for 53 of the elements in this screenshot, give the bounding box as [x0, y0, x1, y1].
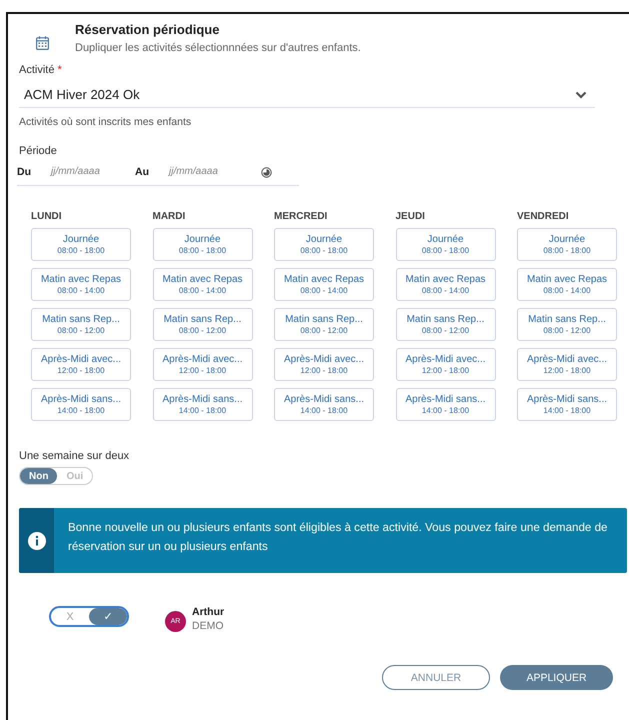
- slot-button[interactable]: Matin sans Rep... 08:00 - 12:00: [152, 308, 252, 341]
- slot-button[interactable]: Après-Midi avec... 12:00 - 18:00: [31, 348, 131, 381]
- calendar-icon: [36, 36, 49, 50]
- field-label: Période: [19, 145, 58, 157]
- slot-button[interactable]: Matin avec Repas 08:00 - 14:00: [396, 268, 496, 301]
- slot-button[interactable]: Journée 08:00 - 18:00: [31, 228, 131, 261]
- clock-icon[interactable]: [261, 166, 272, 178]
- banner-text: Bonne nouvelle un ou plusieurs enfants sont éligibles à cette activité. Vous pouvez faire une demande de réservation sur un ou plusieurs enfants: [67, 520, 608, 555]
- chevron-down-icon[interactable]: [575, 90, 587, 98]
- child-surname: DEMO: [192, 620, 224, 632]
- cancel-button[interactable]: ANNULER: [382, 665, 490, 690]
- field-hint: Activités où sont inscrits mes enfants: [19, 116, 192, 128]
- dialog-title: Réservation périodique: [75, 22, 220, 37]
- apply-button[interactable]: APPLIQUER: [500, 665, 613, 690]
- dialog-subtitle: Dupliquer les activités sélectionnnées sur d'autres enfants.: [75, 42, 361, 54]
- slot-button[interactable]: Matin sans Rep... 08:00 - 12:00: [274, 308, 374, 341]
- day-heading: MERCREDI: [274, 211, 328, 222]
- slot-button[interactable]: Après-Midi sans... 14:00 - 18:00: [517, 388, 617, 421]
- slot-button[interactable]: Journée 08:00 - 18:00: [274, 228, 374, 261]
- info-icon: [28, 532, 46, 550]
- required-mark: *: [58, 64, 62, 76]
- slot-button[interactable]: Matin sans Rep... 08:00 - 12:00: [517, 308, 617, 341]
- field-label: Activité: [19, 64, 56, 76]
- day-heading: LUNDI: [31, 211, 63, 222]
- slot-button[interactable]: Matin avec Repas 08:00 - 14:00: [517, 268, 617, 301]
- date-field[interactable]: jj/mm/aaaa: [49, 163, 131, 181]
- child-name: Arthur: [192, 606, 224, 618]
- day-heading: VENDREDI: [517, 211, 570, 222]
- slot-button[interactable]: Journée 08:00 - 18:00: [396, 228, 496, 261]
- slot-button[interactable]: Matin avec Repas 08:00 - 14:00: [274, 268, 374, 301]
- activity-select[interactable]: ACM Hiver 2024 Ok: [19, 80, 595, 108]
- slot-button[interactable]: Journée 08:00 - 18:00: [152, 228, 252, 261]
- slot-button[interactable]: Journée 08:00 - 18:00: [517, 228, 617, 261]
- slot-button[interactable]: Après-Midi avec... 12:00 - 18:00: [274, 348, 374, 381]
- day-heading: JEUDI: [396, 211, 426, 222]
- slot-button[interactable]: Matin sans Rep... 08:00 - 12:00: [396, 308, 496, 341]
- field-label: Une semaine sur deux: [19, 450, 130, 462]
- slot-button[interactable]: Après-Midi avec... 12:00 - 18:00: [517, 348, 617, 381]
- date-label: Du: [17, 166, 31, 178]
- slot-button[interactable]: Après-Midi sans... 14:00 - 18:00: [274, 388, 374, 421]
- child-toggle[interactable]: X ✓: [49, 606, 129, 627]
- slot-button[interactable]: Après-Midi avec... 12:00 - 18:00: [396, 348, 496, 381]
- slot-button[interactable]: Matin avec Repas 08:00 - 14:00: [31, 268, 131, 301]
- slot-button[interactable]: Matin avec Repas 08:00 - 14:00: [152, 268, 252, 301]
- date-field[interactable]: jj/mm/aaaa: [167, 163, 249, 181]
- slot-button[interactable]: Après-Midi sans... 14:00 - 18:00: [152, 388, 252, 421]
- slot-button[interactable]: Matin sans Rep... 08:00 - 12:00: [31, 308, 131, 341]
- slot-button[interactable]: Après-Midi sans... 14:00 - 18:00: [396, 388, 496, 421]
- slot-button[interactable]: Après-Midi avec... 12:00 - 18:00: [152, 348, 252, 381]
- toggle-option[interactable]: Non: [20, 468, 58, 484]
- day-heading: MARDI: [152, 211, 186, 222]
- date-label: Au: [135, 166, 149, 178]
- slot-button[interactable]: Après-Midi sans... 14:00 - 18:00: [31, 388, 131, 421]
